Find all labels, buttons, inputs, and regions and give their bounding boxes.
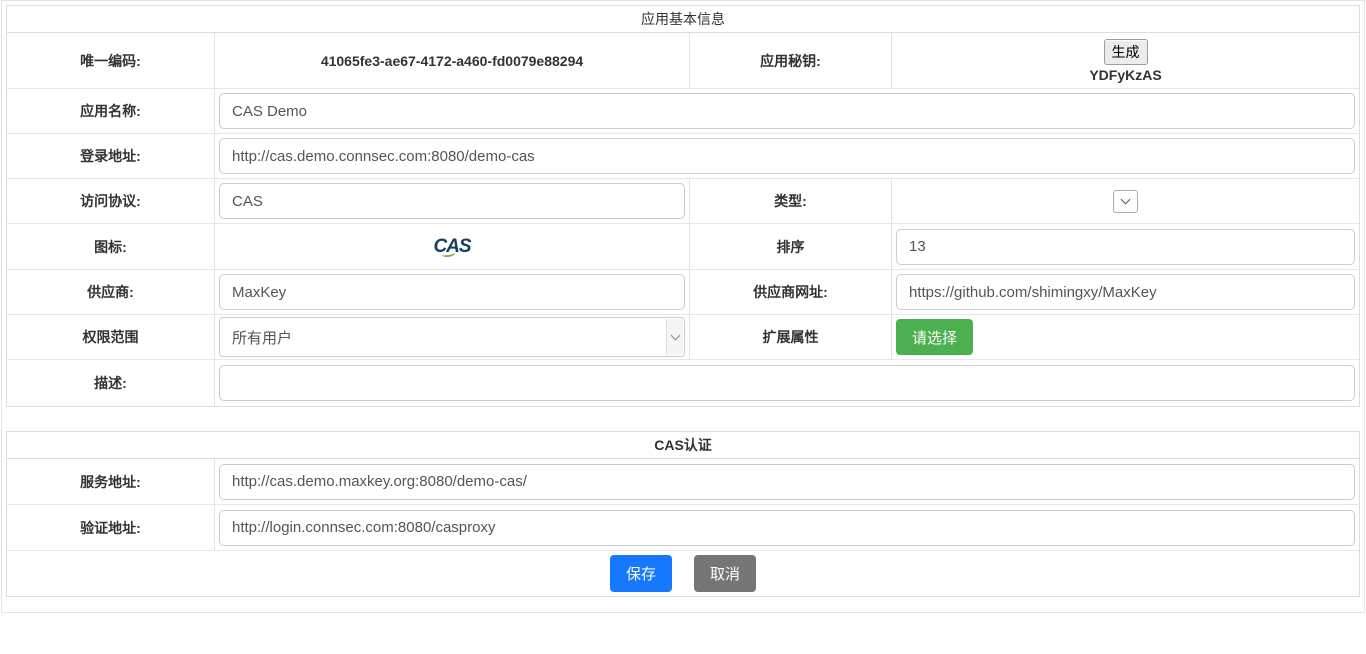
service-url-cell	[215, 459, 1359, 504]
description-input[interactable]	[219, 365, 1355, 401]
ext-attr-label: 扩展属性	[690, 315, 892, 359]
panel-title-cas-auth: CAS认证	[7, 432, 1359, 459]
validate-url-label: 验证地址:	[7, 505, 215, 550]
icon-label: 图标:	[7, 224, 215, 269]
row-actions: 保存 取消	[7, 551, 1359, 596]
scope-select[interactable]: 所有用户	[219, 317, 685, 357]
row-icon: 图标: CAS 排序	[7, 224, 1359, 270]
ext-attr-select-button[interactable]: 请选择	[896, 319, 973, 355]
vendor-input[interactable]	[219, 274, 685, 310]
protocol-input[interactable]	[219, 183, 685, 219]
scope-label: 权限范围	[7, 315, 215, 359]
row-scope: 权限范围 所有用户 扩展属性 请选择	[7, 315, 1359, 360]
validate-url-cell	[215, 505, 1359, 550]
type-select[interactable]	[1113, 190, 1138, 213]
ext-attr-cell: 请选择	[892, 315, 1359, 359]
panel-title-basic-info: 应用基本信息	[7, 6, 1359, 33]
login-url-cell	[215, 134, 1359, 178]
sort-label: 排序	[690, 224, 892, 269]
scope-select-strip	[666, 319, 683, 355]
row-vendor: 供应商: 供应商网址:	[7, 270, 1359, 315]
scope-cell: 所有用户	[215, 315, 690, 359]
unique-code-value: 41065fe3-ae67-4172-a460-fd0079e88294	[219, 53, 685, 69]
vendor-label: 供应商:	[7, 270, 215, 314]
row-protocol: 访问协议: 类型:	[7, 179, 1359, 224]
save-button[interactable]: 保存	[610, 555, 672, 592]
row-service-url: 服务地址:	[7, 459, 1359, 505]
login-url-input[interactable]	[219, 138, 1355, 174]
app-secret-label: 应用秘钥:	[690, 33, 892, 88]
cancel-button[interactable]: 取消	[694, 555, 756, 592]
validate-url-input[interactable]	[219, 510, 1355, 546]
chevron-down-icon	[1121, 194, 1131, 204]
cas-logo-icon: CAS	[433, 237, 470, 256]
type-label: 类型:	[690, 179, 892, 223]
sort-cell	[892, 224, 1359, 269]
page-container: 应用基本信息 唯一编码: 41065fe3-ae67-4172-a460-fd0…	[1, 0, 1365, 613]
chevron-down-icon	[670, 330, 680, 340]
vendor-url-cell	[892, 270, 1359, 314]
scope-selected-value: 所有用户	[232, 327, 292, 348]
app-name-cell	[215, 89, 1359, 133]
icon-cell: CAS	[215, 224, 690, 269]
row-description: 描述:	[7, 360, 1359, 406]
protocol-label: 访问协议:	[7, 179, 215, 223]
app-name-input[interactable]	[219, 93, 1355, 129]
app-secret-cell: 生成 YDFyKzAS	[892, 33, 1359, 88]
vendor-url-input[interactable]	[896, 274, 1355, 310]
description-label: 描述:	[7, 360, 215, 406]
vendor-cell	[215, 270, 690, 314]
row-validate-url: 验证地址:	[7, 505, 1359, 551]
app-secret-value: YDFyKzAS	[1089, 67, 1161, 83]
cas-auth-panel: CAS认证 服务地址: 验证地址: 保存 取消	[6, 431, 1360, 597]
row-app-name: 应用名称:	[7, 89, 1359, 134]
row-login-url: 登录地址:	[7, 134, 1359, 179]
generate-secret-button[interactable]: 生成	[1104, 39, 1148, 65]
type-cell	[892, 179, 1359, 223]
app-name-label: 应用名称:	[7, 89, 215, 133]
description-cell	[215, 360, 1359, 406]
vendor-url-label: 供应商网址:	[690, 270, 892, 314]
service-url-label: 服务地址:	[7, 459, 215, 504]
sort-input[interactable]	[896, 229, 1355, 265]
unique-code-label: 唯一编码:	[7, 33, 215, 88]
service-url-input[interactable]	[219, 464, 1355, 500]
app-basic-info-panel: 应用基本信息 唯一编码: 41065fe3-ae67-4172-a460-fd0…	[6, 5, 1360, 407]
login-url-label: 登录地址:	[7, 134, 215, 178]
unique-code-cell: 41065fe3-ae67-4172-a460-fd0079e88294	[215, 33, 690, 88]
row-unique-code: 唯一编码: 41065fe3-ae67-4172-a460-fd0079e882…	[7, 33, 1359, 89]
protocol-cell	[215, 179, 690, 223]
